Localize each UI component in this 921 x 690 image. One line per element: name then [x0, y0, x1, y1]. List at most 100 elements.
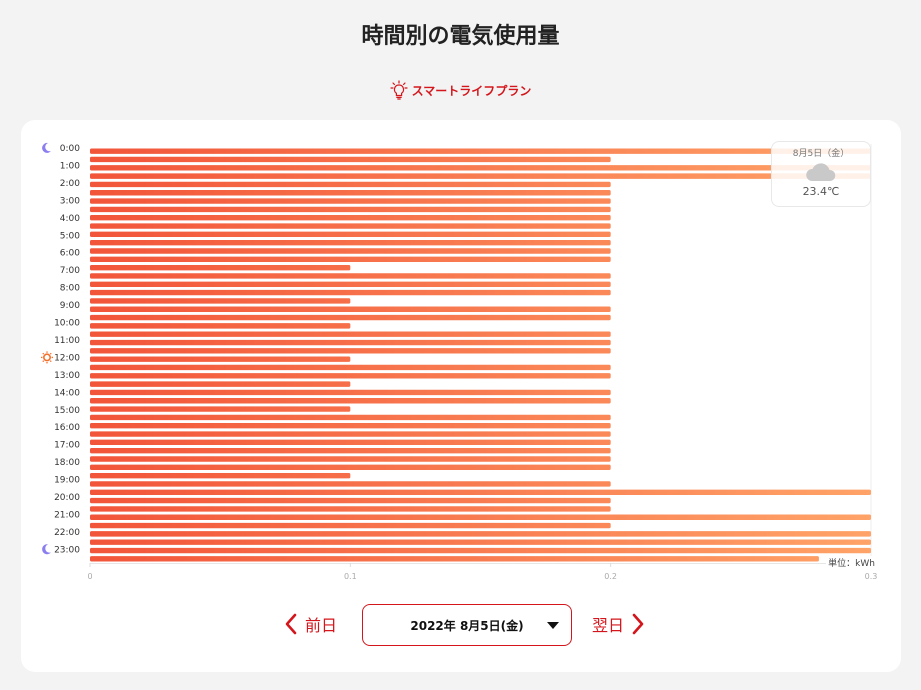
bar[interactable]: [90, 522, 611, 529]
chevron-left-icon: [285, 613, 297, 635]
y-tick-label: 1:00: [60, 162, 80, 172]
bar[interactable]: [90, 423, 611, 429]
bar[interactable]: [90, 356, 351, 362]
y-tick-label: 19:00: [54, 476, 80, 486]
bar[interactable]: [90, 181, 611, 188]
bar[interactable]: [90, 539, 871, 545]
y-tick-label: 17:00: [54, 441, 80, 451]
y-tick-label: 2:00: [60, 179, 80, 189]
weather-date: 8月5日（金）: [792, 149, 850, 159]
bar[interactable]: [90, 314, 611, 321]
bar[interactable]: [90, 456, 611, 462]
caret-down-icon: [547, 622, 559, 629]
bar[interactable]: [90, 447, 611, 454]
bar[interactable]: [90, 148, 871, 154]
bar[interactable]: [90, 497, 611, 504]
bar[interactable]: [90, 264, 351, 271]
y-tick-label: 8:00: [60, 284, 80, 294]
bar[interactable]: [90, 373, 611, 379]
prev-day-label: 前日: [305, 616, 338, 635]
y-tick-label: 14:00: [54, 388, 80, 398]
date-nav: 前日 2022年 8月5日(金) 翌日: [21, 604, 901, 648]
y-tick-label: 0:00: [60, 144, 80, 154]
y-tick-label: 4:00: [60, 214, 80, 224]
bar[interactable]: [90, 248, 611, 254]
prev-day-button[interactable]: 前日: [283, 612, 337, 636]
selected-date: 2022年 8月5日(金): [410, 618, 524, 633]
bar[interactable]: [90, 414, 611, 421]
bar[interactable]: [90, 406, 351, 412]
plan-name: スマートライフプラン: [411, 83, 532, 98]
cloud-icon: [806, 163, 836, 181]
date-select[interactable]: 2022年 8月5日(金): [362, 604, 572, 646]
sun-icon: [41, 351, 53, 364]
y-tick-label: 3:00: [60, 196, 80, 206]
bar[interactable]: [90, 156, 611, 163]
chart-card: 0:00 1:00 2:00 3:00 4:00 5:00 6:00 7:00 8:00 9:00…: [21, 120, 901, 672]
bar[interactable]: [90, 381, 351, 387]
moon-icon: [42, 142, 51, 153]
usage-chart: 0:00 1:00 2:00 3:00 4:00 5:00 6:00 7:00 8:00 9:00…: [41, 142, 878, 581]
y-tick-label: 11:00: [54, 336, 80, 346]
y-tick-label: 13:00: [54, 371, 80, 381]
bar[interactable]: [90, 514, 871, 520]
y-tick-label: 20:00: [54, 493, 80, 503]
y-tick-label: 16:00: [54, 423, 80, 433]
bar[interactable]: [90, 223, 611, 229]
bar[interactable]: [90, 531, 871, 537]
bar[interactable]: [90, 206, 611, 213]
bar[interactable]: [90, 198, 611, 204]
x-tick-label: 0.1: [344, 572, 357, 581]
bar[interactable]: [90, 472, 351, 479]
bar[interactable]: [90, 298, 351, 304]
y-tick-label: 12:00: [54, 353, 80, 363]
weather-temp: 23.4℃: [802, 185, 840, 198]
bar[interactable]: [90, 215, 611, 221]
bar[interactable]: [90, 306, 611, 312]
y-tick-label: 6:00: [60, 249, 80, 259]
bar[interactable]: [90, 165, 871, 171]
page-title: 時間別の電気使用量: [361, 24, 560, 49]
x-tick-label: 0: [87, 572, 92, 581]
bar[interactable]: [90, 481, 611, 487]
bar[interactable]: [90, 173, 871, 179]
bar[interactable]: [90, 239, 611, 246]
bar[interactable]: [90, 339, 611, 346]
lightbulb-icon: [390, 80, 408, 100]
bar[interactable]: [90, 281, 611, 287]
bar[interactable]: [90, 556, 819, 562]
bar[interactable]: [90, 489, 871, 495]
bar[interactable]: [90, 398, 611, 404]
y-tick-label: 22:00: [54, 528, 80, 538]
unit-label: 単位：kWh: [826, 556, 877, 569]
bar[interactable]: [90, 348, 611, 354]
next-day-label: 翌日: [592, 616, 625, 635]
bar[interactable]: [90, 547, 871, 554]
bar[interactable]: [90, 273, 611, 279]
chevron-right-icon: [632, 613, 644, 635]
bar[interactable]: [90, 256, 611, 263]
y-tick-label: 10:00: [54, 319, 80, 329]
bar[interactable]: [90, 389, 611, 396]
y-tick-label: 21:00: [54, 510, 80, 520]
bar[interactable]: [90, 289, 611, 296]
y-tick-label: 9:00: [60, 301, 80, 311]
bar[interactable]: [90, 323, 351, 329]
bar[interactable]: [90, 431, 611, 437]
bar[interactable]: [90, 231, 611, 238]
bar[interactable]: [90, 331, 611, 337]
bar[interactable]: [90, 464, 611, 471]
weather-box: 8月5日（金） 23.4℃: [771, 141, 871, 207]
plan-label: スマートライフプラン: [0, 80, 921, 100]
y-tick-label: 18:00: [54, 458, 80, 468]
bar[interactable]: [90, 439, 611, 446]
bar[interactable]: [90, 190, 611, 196]
y-tick-label: 5:00: [60, 231, 80, 241]
bar[interactable]: [90, 506, 611, 512]
y-tick-label: 23:00: [54, 545, 80, 555]
x-tick-label: 0.3: [865, 572, 878, 581]
bar[interactable]: [90, 364, 611, 371]
moon-icon: [42, 544, 51, 555]
y-tick-label: 15:00: [54, 406, 80, 416]
next-day-button[interactable]: 翌日: [592, 612, 646, 636]
